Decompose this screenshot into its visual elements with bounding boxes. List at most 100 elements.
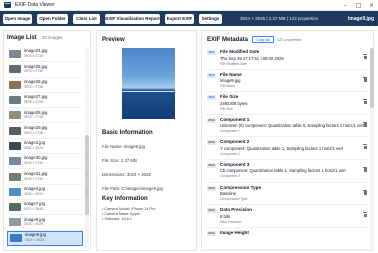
trash-icon[interactable] <box>363 212 367 218</box>
image-list[interactable]: image24.jpg 3976 × 2736 · image25.jpg 3976 … <box>7 47 83 249</box>
image-preview <box>122 48 175 119</box>
property-count: 122 properties <box>276 37 302 42</box>
exif-description: Compression Type <box>220 197 248 202</box>
key-info-item: • Software: 16.6.1 <box>102 217 133 221</box>
exif-name: Component 2 <box>220 139 250 145</box>
trash-icon[interactable] <box>363 166 367 172</box>
image-thumbnail <box>9 65 21 74</box>
trash-icon[interactable] <box>363 99 367 105</box>
list-item[interactable]: image31.jpg 3976 × 2736 · <box>7 169 83 185</box>
key-info-title: Key Information <box>102 196 148 202</box>
list-item-text: image26.jpg 3976 × 2736 · <box>24 79 47 90</box>
image-thumbnail <box>9 96 21 105</box>
image-thumbnail <box>9 172 21 181</box>
exif-name: File Name <box>220 71 242 77</box>
list-item-meta: 3976 × 2736 · <box>24 84 46 89</box>
list-item[interactable]: image27.jpg 3976 × 2736 · <box>7 93 83 109</box>
trash-icon[interactable] <box>363 144 367 150</box>
dimensions-info: Dimensions: 3024 × 3025 <box>102 172 151 177</box>
trash-icon[interactable] <box>363 121 367 127</box>
image-thumbnail <box>9 187 21 196</box>
exif-item[interactable]: JPEG Component 3 Cb component: Quantizatio… <box>206 160 369 183</box>
list-item-meta: 3976 × 2736 · <box>24 176 46 181</box>
list-item[interactable]: image28.jpg 3976 × 2736 · <box>7 108 83 124</box>
image-list-panel: Image List 33 images image24.jpg 3976 × 2… <box>3 30 91 251</box>
category-badge: JPEG <box>207 185 216 191</box>
exif-item[interactable]: FILE File Size 2492308 bytes File Size <box>206 92 369 115</box>
clear-list-button[interactable]: Clear List <box>73 13 100 24</box>
trash-icon[interactable] <box>363 76 367 82</box>
trash-icon[interactable] <box>363 54 367 59</box>
list-item-meta: 4032 × 3024 · <box>24 145 46 150</box>
category-badge: FILE <box>207 50 216 55</box>
scrollbar-thumb[interactable] <box>370 48 374 108</box>
image-list-scrollbar[interactable] <box>85 47 89 249</box>
exif-scrollbar[interactable] <box>370 47 374 249</box>
exif-value: Cb component: Quantization table 1, Samp… <box>220 168 346 174</box>
image-thumbnail <box>10 234 22 243</box>
image-thumbnail <box>9 141 21 150</box>
exif-report-button[interactable]: EXIF Visualization Report <box>105 13 160 24</box>
exif-value: Thu Sep 25 17:17:51 +08:00 2025 <box>220 55 284 61</box>
export-exif-button[interactable]: Export EXIF <box>165 13 194 24</box>
exif-value: 8 bits <box>220 213 231 219</box>
list-item[interactable]: image3.jpg 4032 × 3024 · <box>7 139 83 155</box>
list-item[interactable]: image24.jpg 3976 × 2736 · <box>7 47 83 63</box>
exif-description: File Size <box>220 106 233 111</box>
exif-item[interactable]: JPEG Compression Type Baseline Compression … <box>206 183 369 206</box>
preview-title: Preview <box>102 37 125 43</box>
list-item[interactable]: image9.jpg 3024 × 3025 · <box>7 230 83 246</box>
category-badge: JPEG <box>207 230 216 236</box>
image-thumbnail <box>9 157 21 166</box>
list-item[interactable]: image8.jpg 3024 × 3025 · <box>7 215 83 231</box>
category-badge: JPEG <box>207 117 216 123</box>
file-path-info: File Path: C:\images\image9.jpg <box>102 186 163 191</box>
list-item[interactable]: image26.jpg 3976 × 2736 · <box>7 78 83 93</box>
image-thumbnail <box>9 50 21 59</box>
category-badge: JPEG <box>207 162 216 168</box>
list-item-text: image25.jpg 3976 × 2736 · <box>24 64 47 75</box>
category-badge: JPEG <box>207 208 216 214</box>
exif-name: Image Height <box>220 229 249 235</box>
list-item[interactable]: image7.jpg 5472 × 3648 · <box>7 200 83 216</box>
image-count: 33 images <box>41 35 63 40</box>
exif-item[interactable]: JPEG Component 2Y component: Quantization… <box>206 137 369 160</box>
exif-item[interactable]: JPEG Component 1 Unknown (0) component: Qu… <box>206 115 369 138</box>
list-item-meta: 3024 × 3025 · <box>24 222 46 227</box>
list-item-text: image3.jpg 4032 × 3024 · <box>24 140 46 151</box>
title-bar: EXIF Data Viewer – □ × <box>0 0 378 11</box>
app-icon <box>4 2 11 8</box>
list-item[interactable]: image25.jpg 3976 × 2736 · <box>7 62 83 78</box>
image-thumbnail <box>9 126 21 135</box>
list-item-meta: 3976 × 2736 · <box>24 161 46 166</box>
list-item-text: image28.jpg 3976 × 2736 · <box>24 110 47 121</box>
exif-value: Y component: Quantization table 1, Sampl… <box>220 145 344 151</box>
list-item-meta: 5472 × 3648 · <box>24 207 46 212</box>
list-item-text: image8.jpg 3024 × 3025 · <box>24 217 46 228</box>
exif-item[interactable]: JPEG Data Precision 8 bits Data Precision <box>206 205 369 228</box>
exif-item[interactable]: JPEG Image Height <box>206 228 369 251</box>
settings-button[interactable]: Settings <box>199 13 222 24</box>
list-item-text: image29.jpg 3976 × 2736 · <box>24 125 47 136</box>
list-item[interactable]: image4.jpg 4032 × 3024 · <box>7 185 83 200</box>
minimize-icon[interactable]: – <box>339 0 352 11</box>
scrollbar-thumb[interactable] <box>85 135 89 215</box>
open-image-button[interactable]: Open Image <box>3 13 32 24</box>
preview-panel: Preview Basic Information File Name: ima… <box>96 30 197 251</box>
exif-value: image9.jpg <box>220 78 241 84</box>
close-icon[interactable]: × <box>365 0 378 11</box>
exif-name: Data Precision <box>220 207 252 213</box>
list-item[interactable]: image30.jpg 3976 × 2736 · <box>7 154 83 170</box>
open-folder-button[interactable]: Open Folder <box>37 13 68 24</box>
trash-icon[interactable] <box>363 189 367 195</box>
maximize-icon[interactable]: □ <box>352 0 365 11</box>
exif-value: Baseline <box>220 191 237 197</box>
exif-item[interactable]: FILE File Name image9.jpg File Name <box>206 70 369 93</box>
exif-value: Unknown (0) component: Quantization tabl… <box>220 123 365 129</box>
exif-item[interactable]: FILE File Modified Date Thu Sep 25 17:17:5… <box>206 47 369 70</box>
exif-list[interactable]: FILE File Modified Date Thu Sep 25 17:17:5… <box>206 47 369 252</box>
list-item[interactable]: image29.jpg 3976 × 2736 · <box>7 123 83 139</box>
exif-description: File Modified Date <box>220 61 247 66</box>
list-item-text: image24.jpg 3976 × 2736 · <box>24 49 47 59</box>
copy-all-button[interactable]: Copy All <box>252 36 274 43</box>
